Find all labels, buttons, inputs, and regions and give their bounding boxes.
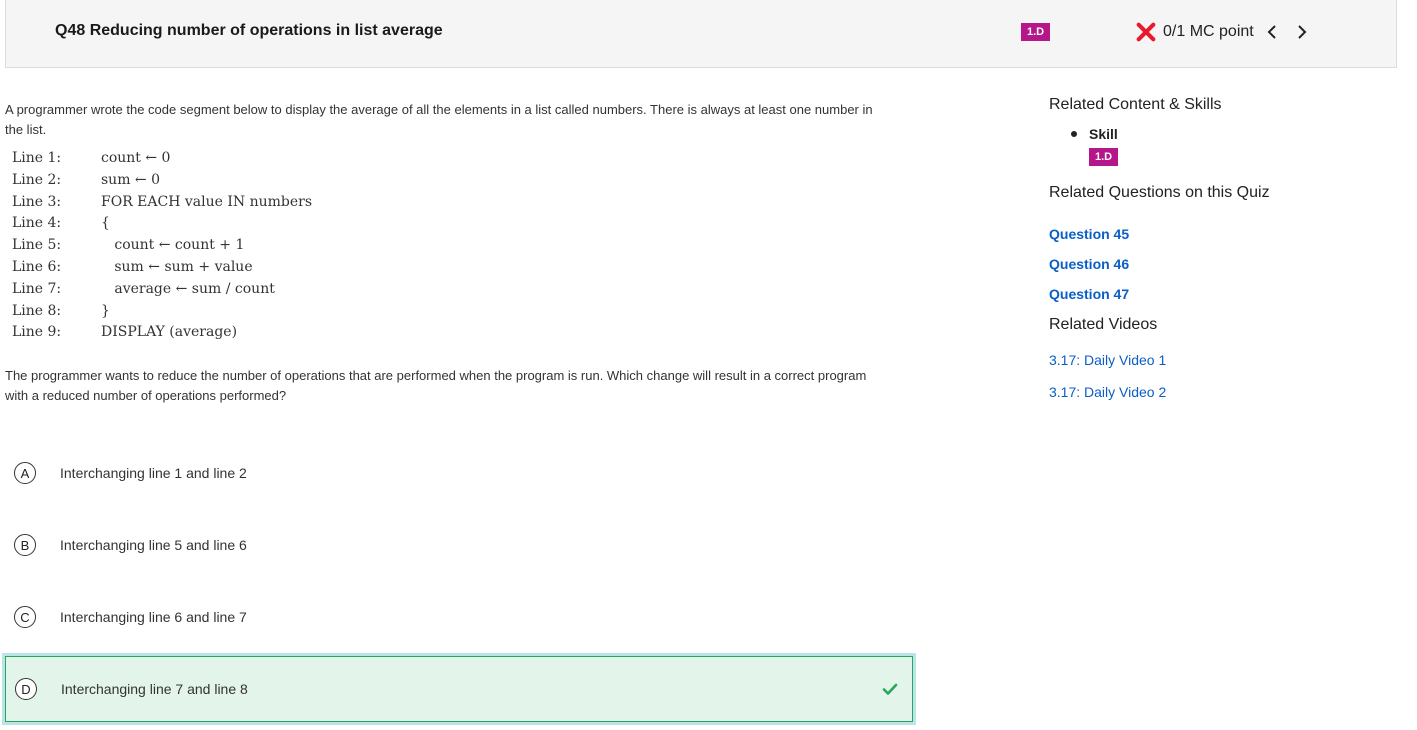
line-number: Line 5: <box>12 237 62 254</box>
code-line: Line 2: sum ← 0 <box>12 170 905 192</box>
choice-d[interactable]: D Interchanging line 7 and line 8 <box>2 653 916 725</box>
checkmark-icon <box>882 683 898 695</box>
bullet-icon <box>1071 131 1077 137</box>
code-line: Line 8:} <box>12 301 905 323</box>
line-number: Line 1: <box>12 150 62 166</box>
question-header: Q48 Reducing number of operations in lis… <box>5 0 1397 68</box>
code-line: Line 3: FOR EACH value IN numbers <box>12 192 905 214</box>
choice-letter: B <box>14 534 36 556</box>
related-content-heading: Related Content & Skills <box>1049 96 1222 113</box>
related-question-link[interactable]: Question 46 <box>1049 256 1379 272</box>
related-questions-heading: Related Questions on this Quiz <box>1049 184 1270 201</box>
question-content: A programmer wrote the code segment belo… <box>5 100 905 406</box>
score-text: 0/1 MC point <box>1163 23 1254 40</box>
choice-letter: C <box>14 606 36 628</box>
line-code: count ← 0 <box>101 150 171 166</box>
question-prompt: A programmer wrote the code segment belo… <box>5 102 873 137</box>
line-number: Line 2: <box>12 171 62 188</box>
skill-item: Skill <box>1071 126 1379 142</box>
code-line: Line 5: count ← count + 1 <box>12 235 905 257</box>
choice-b[interactable]: B Interchanging line 5 and line 6 <box>5 512 913 578</box>
choice-c[interactable]: C Interchanging line 6 and line 7 <box>5 584 913 650</box>
line-code: sum ← 0 <box>101 171 161 188</box>
related-question-link[interactable]: Question 45 <box>1049 226 1379 242</box>
choice-text: Interchanging line 6 and line 7 <box>60 609 247 625</box>
choice-text: Interchanging line 1 and line 2 <box>60 465 247 481</box>
chevron-left-icon <box>1267 25 1276 39</box>
code-line: Line 1: count ← 0 <box>12 148 905 170</box>
sidebar-skill-badge[interactable]: 1.D <box>1089 148 1119 166</box>
line-code: { <box>101 215 110 232</box>
next-question-button[interactable] <box>1290 20 1314 44</box>
code-segment: Line 1: count ← 0 Line 2: sum ← 0 Line 3: F… <box>12 148 905 344</box>
score-area: 0/1 MC point <box>1135 20 1314 44</box>
choice-a[interactable]: A Interchanging line 1 and line 2 <box>5 440 913 506</box>
line-code: } <box>101 302 110 319</box>
line-code: sum ← sum + value <box>101 258 253 275</box>
line-code: average ← sum / count <box>101 280 275 297</box>
line-number: Line 9: <box>12 324 62 341</box>
question-title: Q48 Reducing number of operations in lis… <box>55 22 443 39</box>
related-video-link[interactable]: 3.17: Daily Video 1 <box>1049 352 1379 368</box>
related-question-link[interactable]: Question 47 <box>1049 286 1379 302</box>
skill-list: Skill 1.D <box>1071 126 1379 166</box>
related-video-link[interactable]: 3.17: Daily Video 2 <box>1049 384 1379 400</box>
question-followup: The programmer wants to reduce the numbe… <box>5 368 867 404</box>
line-code: DISPLAY (average) <box>101 324 238 341</box>
line-number: Line 6: <box>12 258 62 275</box>
choice-text: Interchanging line 5 and line 6 <box>60 537 247 553</box>
code-line: Line 7: average ← sum / count <box>12 279 905 301</box>
x-icon <box>1136 22 1156 42</box>
related-sidebar: Related Content & Skills Skill 1.D Relat… <box>1049 96 1379 400</box>
line-number: Line 4: <box>12 215 62 232</box>
line-number: Line 7: <box>12 280 62 297</box>
code-line: Line 6: sum ← sum + value <box>12 257 905 279</box>
skill-label: Skill <box>1089 126 1118 142</box>
choice-letter: A <box>14 462 36 484</box>
code-line: Line 4: { <box>12 213 905 235</box>
line-number: Line 3: <box>12 193 62 210</box>
line-number: Line 8: <box>12 302 62 319</box>
skill-badge[interactable]: 1.D <box>1021 23 1051 41</box>
choice-text: Interchanging line 7 and line 8 <box>61 681 248 697</box>
line-code: FOR EACH value IN numbers <box>101 193 313 210</box>
choice-letter: D <box>15 678 37 700</box>
related-videos-heading: Related Videos <box>1049 316 1158 333</box>
line-code: count ← count + 1 <box>101 237 245 254</box>
previous-question-button[interactable] <box>1260 20 1284 44</box>
chevron-right-icon <box>1298 25 1307 39</box>
code-line: Line 9: DISPLAY (average) <box>12 322 905 344</box>
